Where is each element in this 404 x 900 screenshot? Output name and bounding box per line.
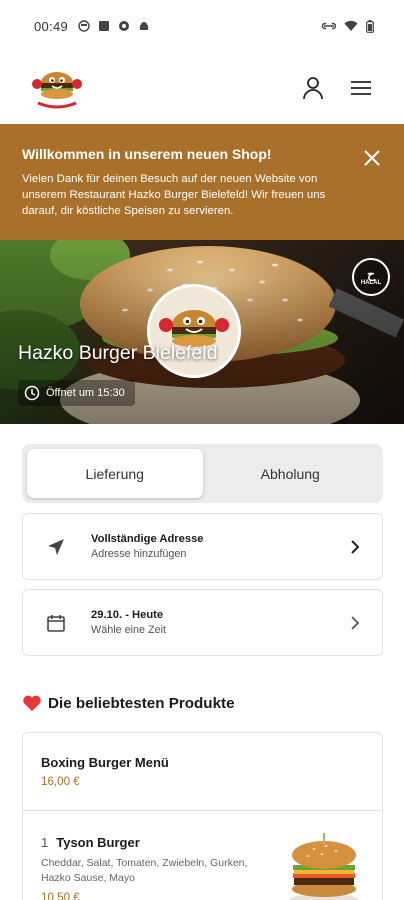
time-card-subtitle: Wähle eine Zeit (91, 624, 167, 636)
app-square-icon (99, 21, 110, 31)
halal-label: HALAL (360, 280, 382, 286)
chevron-right-icon (351, 539, 360, 554)
product-price: 16,00 € (41, 775, 80, 788)
status-bar: 00:49 (0, 0, 404, 52)
product-image (290, 833, 358, 900)
product-name: Tyson Burger (56, 835, 140, 850)
halal-badge: ح HALAL (352, 258, 390, 296)
heart-icon (23, 695, 41, 711)
close-icon[interactable] (362, 148, 382, 168)
android-icon (140, 22, 149, 30)
opening-hours-chip: Öffnet um 15:30 (18, 380, 135, 406)
chevron-right-icon (351, 615, 360, 630)
user-icon (303, 77, 323, 100)
clock-icon (24, 385, 40, 401)
popular-products-title: Die beliebtesten Produkte (48, 694, 235, 712)
tab-delivery[interactable]: Lieferung (27, 449, 203, 498)
time-card-text: 29.10. - Heute Wähle eine Zeit (91, 609, 348, 636)
banner-message: Vielen Dank für deinen Besuch auf der ne… (22, 173, 326, 217)
status-right (322, 19, 374, 33)
notification-icon (78, 20, 90, 32)
time-card-title: 29.10. - Heute (91, 609, 164, 621)
banner-title: Willkommen in unserem neuen Shop! (22, 146, 272, 162)
restaurant-hero: ح HALAL Hazko Burger Bielefeld Öffnet um… (0, 240, 404, 424)
link-icon (322, 22, 336, 30)
product-item[interactable]: 1 Tyson Burger Cheddar, Salat, Tomaten, … (23, 811, 382, 900)
tab-pickup[interactable]: Abholung (203, 449, 379, 498)
address-card[interactable]: Vollständige Adresse Adresse hinzufügen (22, 513, 383, 580)
calendar-icon (47, 614, 65, 632)
header-actions (300, 75, 374, 101)
account-button[interactable] (300, 75, 326, 101)
address-card-text: Vollständige Adresse Adresse hinzufügen (91, 533, 348, 560)
menu-icon (351, 81, 371, 95)
product-description: Cheddar, Salat, Tomaten, Zwiebeln, Gurke… (41, 857, 248, 884)
sync-icon (119, 21, 130, 31)
opening-hours-text: Öffnet um 15:30 (46, 387, 125, 399)
product-item[interactable]: Boxing Burger Menü 16,00 € (23, 733, 382, 811)
halal-arabic-glyph: ح (367, 267, 375, 281)
time-icon-wrap (45, 612, 67, 634)
product-name: Boxing Burger Menü (41, 755, 169, 770)
status-time: 00:49 (34, 18, 69, 34)
order-mode-toggle: Lieferung Abholung (22, 444, 383, 503)
product-price: 10,50 € (41, 891, 80, 900)
popular-products-heading: Die beliebtesten Produkte (22, 694, 235, 712)
product-info: 1 Tyson Burger Cheddar, Salat, Tomaten, … (41, 835, 284, 900)
wifi-icon (344, 20, 358, 31)
address-card-subtitle: Adresse hinzufügen (91, 548, 187, 560)
product-title-row: 1 Tyson Burger (41, 835, 284, 850)
address-card-title: Vollständige Adresse (91, 533, 204, 545)
navigation-arrow-icon (48, 538, 64, 555)
product-list: Boxing Burger Menü 16,00 € 1 Tyson Burge… (22, 732, 383, 900)
status-left: 00:49 (34, 19, 150, 34)
restaurant-name: Hazko Burger Bielefeld (18, 342, 218, 364)
welcome-banner: Willkommen in unserem neuen Shop! Vielen… (0, 124, 404, 240)
address-icon-wrap (45, 536, 67, 558)
battery-icon (366, 19, 374, 33)
app-header (0, 52, 404, 124)
product-quantity: 1 (41, 835, 49, 850)
menu-button[interactable] (348, 75, 374, 101)
time-card[interactable]: 29.10. - Heute Wähle eine Zeit (22, 589, 383, 656)
restaurant-logo[interactable] (26, 57, 88, 119)
